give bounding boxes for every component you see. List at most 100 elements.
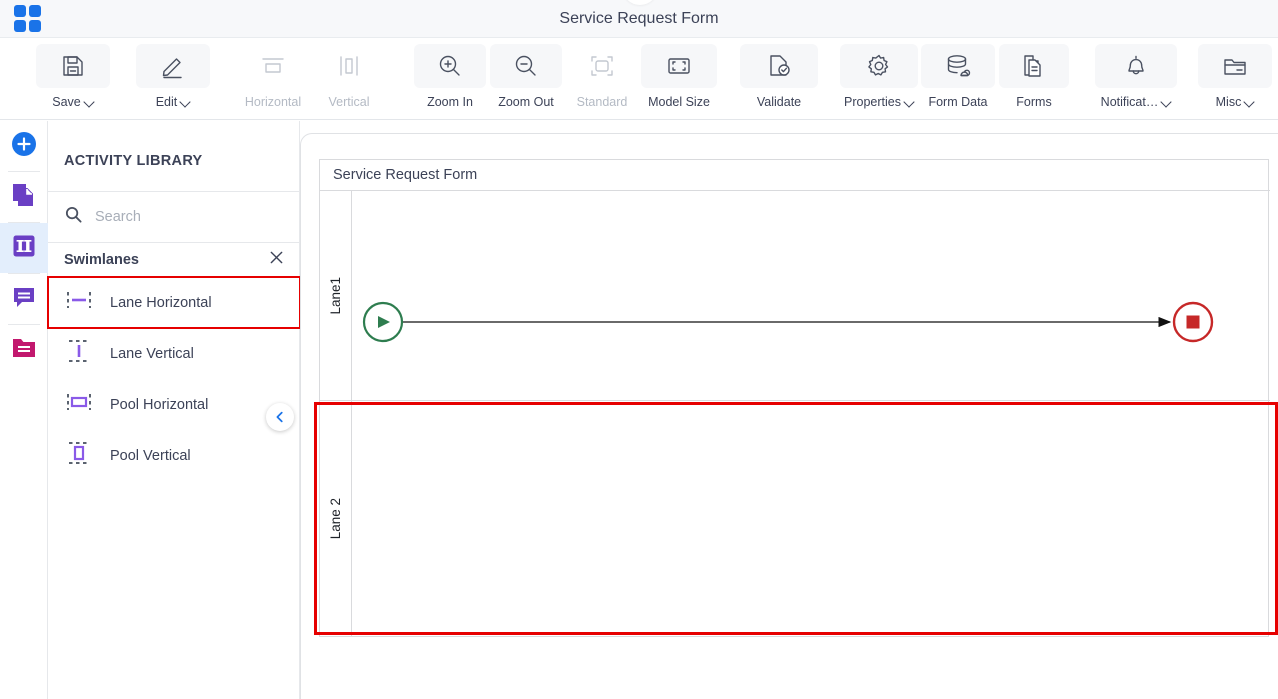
toolbar-button-label: Validate (757, 95, 801, 109)
swimlanes-group-header: Swimlanes (48, 243, 300, 277)
library-item-lane-horizontal[interactable]: Lane Horizontal (47, 276, 301, 329)
copy-pages-icon (11, 182, 37, 213)
toolbar-label-text: Standard (576, 95, 628, 109)
document-icon (999, 44, 1069, 88)
swimlane-icon (11, 233, 37, 264)
library-item-label: Pool Vertical (110, 447, 191, 464)
toolbar-button-label: Form Data (928, 95, 987, 109)
library-item-pool-vertical[interactable]: Pool Vertical (48, 430, 300, 481)
lane-label-column[interactable]: Lane 2 (320, 401, 352, 637)
panel-collapse-button[interactable] (266, 403, 294, 431)
documents-button[interactable] (0, 325, 48, 375)
toolbar-button-form-data[interactable]: Form Data (921, 44, 995, 109)
chevron-down-icon (1162, 98, 1171, 107)
toolbar-label-text: Misc (1215, 95, 1242, 109)
align-horizontal-icon (236, 44, 310, 88)
toolbar-label-text: Horizontal (244, 95, 302, 109)
comments-button[interactable] (0, 274, 48, 324)
close-icon[interactable] (269, 250, 284, 270)
toolbar-button-label: Save (52, 95, 94, 109)
toolbar-button-label: Model Size (648, 95, 710, 109)
pool-swimlane-container[interactable]: Service Request Form Lane1 Lane 2 (319, 159, 1270, 637)
toolbar-label-text: Form Data (928, 95, 988, 109)
toolbar-button-forms[interactable]: Forms (999, 44, 1069, 109)
swimlanes-button[interactable] (0, 223, 48, 273)
diagram-canvas[interactable]: Service Request Form Lane1 Lane 2 (300, 133, 1278, 699)
zoom-out-icon (490, 44, 562, 88)
toolbar-label-text: Forms (1016, 95, 1052, 109)
folder-icon (1198, 44, 1272, 88)
toolbar-button-label: Standard (577, 95, 628, 109)
toolbar-button-validate[interactable]: Validate (740, 44, 818, 109)
toolbar-label-text: Edit (155, 95, 178, 109)
title-bar: Service Request Form (0, 0, 1278, 38)
search-icon (64, 205, 83, 229)
bell-icon (1095, 44, 1177, 88)
lane-horizontal-icon (64, 285, 94, 320)
toolbar-button-label: Edit (156, 95, 191, 109)
toolbar-button-label: Zoom In (427, 95, 473, 109)
lane-label: Lane1 (328, 276, 343, 315)
gear-icon (840, 44, 918, 88)
toolbar-label-text: Vertical (328, 95, 370, 109)
chevron-down-icon (905, 98, 914, 107)
lane-row-2[interactable]: Lane 2 (320, 401, 1270, 637)
toolbar-button-notificat[interactable]: Notificat… (1095, 44, 1177, 109)
toolbar-label-text: Zoom Out (498, 95, 554, 109)
toolbar-button-zoom-in[interactable]: Zoom In (414, 44, 486, 109)
toolbar-label-text: Validate (756, 95, 802, 109)
pages-button[interactable] (0, 172, 48, 222)
toolbar-button-horizontal: Horizontal (236, 44, 310, 109)
group-label: Swimlanes (64, 252, 139, 268)
pool-horizontal-icon (64, 387, 94, 422)
toolbar-button-label: Notificat… (1101, 95, 1172, 109)
toolbar-button-label: Horizontal (245, 95, 301, 109)
library-item-label: Pool Horizontal (110, 396, 209, 413)
add-button[interactable] (0, 121, 48, 171)
toolbar-button-properties[interactable]: Properties (840, 44, 918, 109)
chevron-down-icon (85, 98, 94, 107)
toolbar-button-label: Zoom Out (498, 95, 554, 109)
database-icon (921, 44, 995, 88)
toolbar-button-edit[interactable]: Edit (136, 44, 210, 109)
toolbar-button-misc[interactable]: Misc (1198, 44, 1272, 109)
library-item-lane-vertical[interactable]: Lane Vertical (48, 328, 300, 379)
lane-row-1[interactable]: Lane1 (320, 191, 1270, 401)
toolbar-button-standard: Standard (566, 44, 638, 109)
pool-vertical-icon (64, 438, 94, 473)
toolbar-button-label: Misc (1216, 95, 1255, 109)
toolbar-label-text: Model Size (648, 95, 710, 109)
plus-circle-icon (11, 131, 37, 162)
pool-title[interactable]: Service Request Form (320, 160, 1270, 191)
left-icon-rail (0, 121, 48, 699)
library-item-label: Lane Horizontal (110, 294, 212, 311)
toolbar-button-model-size[interactable]: Model Size (641, 44, 717, 109)
toolbar-button-vertical: Vertical (316, 44, 382, 109)
folder-doc-icon (11, 335, 37, 366)
chevron-down-icon (181, 98, 190, 107)
lane-vertical-icon (64, 336, 94, 371)
lane-label: Lane 2 (328, 498, 343, 540)
library-item-pool-horizontal[interactable]: Pool Horizontal (48, 379, 300, 430)
toolbar-label-text: Properties (844, 95, 901, 109)
comment-icon (11, 284, 37, 315)
toolbar-button-label: Properties (844, 95, 914, 109)
validate-check-icon (740, 44, 818, 88)
chevron-down-icon (1245, 98, 1254, 107)
toolbar-button-save[interactable]: Save (36, 44, 110, 109)
page-title: Service Request Form (559, 10, 719, 27)
search-row (48, 192, 300, 242)
lane-label-column[interactable]: Lane1 (320, 191, 352, 400)
search-input[interactable] (95, 209, 275, 225)
align-vertical-icon (316, 44, 382, 88)
toolbar-button-zoom-out[interactable]: Zoom Out (490, 44, 562, 109)
save-disk-icon (36, 44, 110, 88)
zoom-in-icon (414, 44, 486, 88)
toolbar-button-label: Forms (1016, 95, 1051, 109)
fit-standard-icon (566, 44, 638, 88)
model-size-icon (641, 44, 717, 88)
library-item-label: Lane Vertical (110, 345, 194, 362)
pencil-icon (136, 44, 210, 88)
toolbar-label-text: Notificat… (1100, 95, 1159, 109)
activity-library-panel: ACTIVITY LIBRARY Swimlanes Lane Horizont… (47, 121, 301, 699)
